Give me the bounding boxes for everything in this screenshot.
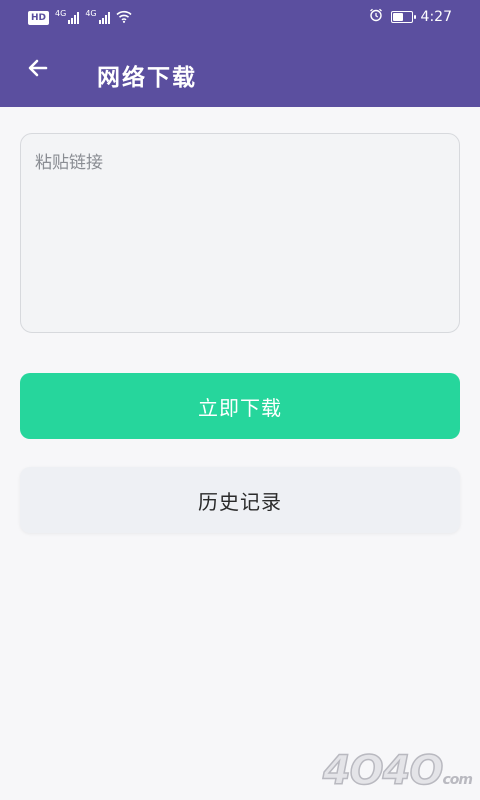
history-button[interactable]: 历史记录 <box>20 467 460 533</box>
signal-icon: 4G <box>55 8 80 24</box>
alarm-icon <box>369 8 383 26</box>
arrow-left-icon <box>26 56 50 84</box>
watermark-text: 4O4O <box>322 747 444 795</box>
hd-icon: HD <box>28 10 50 25</box>
wifi-icon <box>116 8 132 27</box>
page-title: 网络下载 <box>97 65 197 91</box>
battery-level <box>392 13 403 21</box>
link-input-container <box>20 133 460 333</box>
network-type: 4G <box>55 8 67 18</box>
top-bar: HD 4G 4G 4:27 网络下载 <box>0 0 480 107</box>
status-time: 4:27 <box>420 9 452 25</box>
status-left: HD 4G 4G <box>28 8 132 27</box>
screen: HD 4G 4G 4:27 网络下载 粘贴链接 立即下载 历史记录 4O4Oco… <box>0 0 480 800</box>
network-type: 4G <box>85 8 97 18</box>
watermark-logo: 4O4Ocom <box>322 747 473 795</box>
watermark-suffix: com <box>442 772 472 788</box>
back-button[interactable] <box>20 52 56 88</box>
link-input[interactable] <box>21 134 459 332</box>
battery-icon <box>390 11 416 23</box>
app-bar: 网络下载 <box>0 38 480 107</box>
status-bar: HD 4G 4G 4:27 <box>0 0 480 34</box>
download-now-button[interactable]: 立即下载 <box>20 373 460 439</box>
signal-icon: 4G <box>85 8 110 24</box>
status-right: 4:27 <box>369 8 452 26</box>
